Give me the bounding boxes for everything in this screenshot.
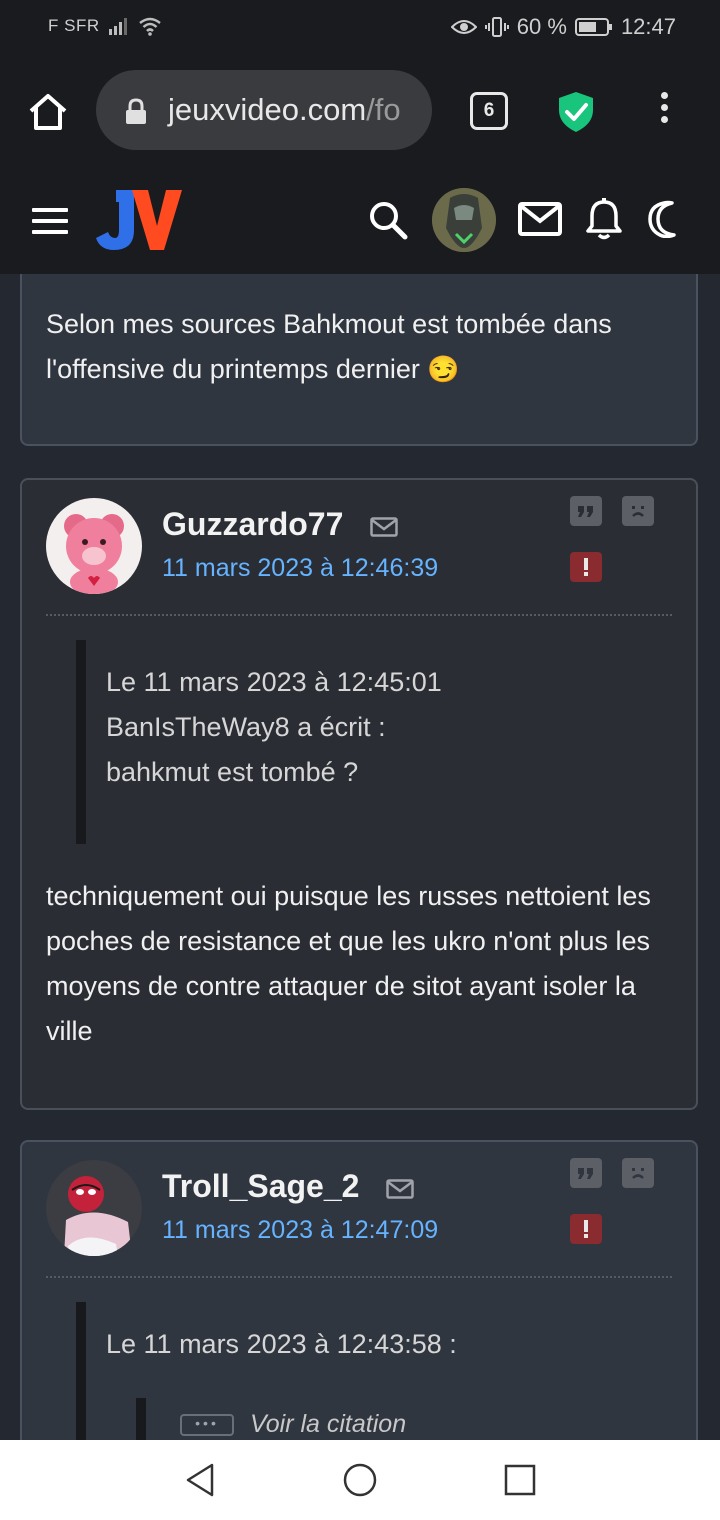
- author-avatar[interactable]: [46, 1160, 142, 1256]
- bell-icon[interactable]: [586, 198, 622, 240]
- quote-block: Le 11 mars 2023 à 12:45:01 BanIsTheWay8 …: [76, 640, 442, 844]
- quote-header: Le 11 mars 2023 à 12:45:01: [106, 667, 442, 697]
- carrier-label: F SFR: [48, 16, 100, 35]
- url-text: jeuxvideo.com/fo: [168, 92, 401, 128]
- smirk-emoji: 😏: [427, 354, 460, 384]
- jv-logo[interactable]: [94, 186, 184, 254]
- kebab-dot: [660, 92, 668, 99]
- post-date-link[interactable]: 11 mars 2023 à 12:47:09: [162, 1216, 438, 1245]
- jv-logo-graphic: [96, 190, 182, 250]
- nested-quote-block: ••• Voir la citation: [136, 1398, 406, 1440]
- url-path: /fo: [366, 92, 401, 127]
- sad-face-icon: [632, 1168, 644, 1179]
- show-quote-label: Voir la citation: [250, 1410, 407, 1438]
- exclamation-icon: [584, 558, 588, 576]
- vibrate-icon: [484, 17, 509, 37]
- sad-face-icon: [632, 506, 644, 517]
- search-icon[interactable]: [368, 200, 408, 240]
- kebab-dot: [660, 116, 668, 123]
- back-icon[interactable]: [184, 1462, 216, 1498]
- quote-block: Le 11 mars 2023 à 12:43:58 : ••• Voir la…: [76, 1302, 457, 1440]
- tab-switcher-button[interactable]: 6: [470, 92, 508, 130]
- browser-menu-button[interactable]: [654, 92, 674, 132]
- wifi-icon: [138, 17, 161, 36]
- post-divider: [46, 614, 672, 616]
- report-sad-button[interactable]: [622, 1158, 654, 1188]
- quote-icon: [578, 506, 593, 517]
- quote-button[interactable]: [570, 496, 602, 526]
- battery-icon: [574, 18, 612, 36]
- care-bear-avatar: [46, 498, 142, 594]
- alert-button[interactable]: [570, 1214, 602, 1244]
- post-body: techniquement oui puisque les russes net…: [46, 881, 651, 1046]
- mail-icon[interactable]: [518, 202, 562, 236]
- ellipsis-icon: •••: [180, 1413, 234, 1436]
- author-name[interactable]: Guzzardo77: [162, 506, 399, 543]
- forum-post: Guzzardo77 11 mars 2023 à 12:46:39 Le 11…: [20, 478, 698, 1110]
- post-divider: [46, 1276, 672, 1278]
- post-text: Selon mes sources Bahkmout est tombée da…: [46, 309, 612, 384]
- battery-percent: 60 %: [516, 14, 567, 39]
- lock-icon: [126, 98, 146, 124]
- clock: 12:47: [620, 14, 676, 39]
- mail-icon[interactable]: [386, 1178, 415, 1199]
- url-domain: jeuxvideo.com: [168, 92, 367, 127]
- moon-icon[interactable]: [648, 200, 686, 238]
- mail-icon[interactable]: [370, 516, 399, 537]
- report-sad-button[interactable]: [622, 496, 654, 526]
- author-name-text: Guzzardo77: [162, 506, 344, 542]
- forum-post: Troll_Sage_2 11 mars 2023 à 12:47:09 Le …: [20, 1140, 698, 1440]
- home-icon: [29, 94, 67, 130]
- quote-text: bahkmut est tombé ?: [106, 757, 359, 787]
- author-name[interactable]: Troll_Sage_2: [162, 1168, 415, 1205]
- site-header: [0, 166, 720, 274]
- quote-author-line: BanIsTheWay8 a écrit :: [106, 712, 386, 742]
- exclamation-icon: [584, 1220, 588, 1238]
- post-date-link[interactable]: 11 mars 2023 à 12:46:39: [162, 554, 438, 583]
- eye-icon: [450, 20, 477, 34]
- user-avatar[interactable]: [432, 188, 496, 252]
- kebab-dot: [660, 104, 668, 111]
- home-circle-icon[interactable]: [342, 1462, 378, 1498]
- browser-toolbar: jeuxvideo.com/fo 6: [0, 56, 720, 166]
- quote-icon: [578, 1168, 593, 1179]
- quote-header: Le 11 mars 2023 à 12:43:58 :: [106, 1329, 457, 1359]
- address-bar[interactable]: jeuxvideo.com/fo: [96, 70, 432, 150]
- author-name-text: Troll_Sage_2: [162, 1168, 360, 1204]
- home-button[interactable]: [26, 90, 70, 134]
- signal-icon: [108, 18, 127, 35]
- system-navigation-bar: [0, 1440, 720, 1520]
- avatar-image: [432, 188, 496, 252]
- post-body: Selon mes sources Bahkmout est tombée da…: [46, 302, 686, 392]
- forum-post: Selon mes sources Bahkmout est tombée da…: [20, 274, 698, 446]
- nested-quote-toggle[interactable]: ••• Voir la citation: [180, 1402, 406, 1440]
- shield-check-icon: [559, 92, 593, 132]
- status-bar: F SFR 60 % 12:47: [0, 0, 720, 56]
- author-avatar[interactable]: [46, 498, 142, 594]
- recents-icon[interactable]: [504, 1464, 536, 1496]
- hamburger-icon[interactable]: [32, 208, 68, 234]
- forum-thread: Selon mes sources Bahkmout est tombée da…: [0, 274, 720, 1440]
- status-right: 60 % 12:47: [450, 14, 676, 40]
- quote-button[interactable]: [570, 1158, 602, 1188]
- privacy-shield-button[interactable]: [556, 90, 596, 139]
- alert-button[interactable]: [570, 552, 602, 582]
- spiderman-avatar: [46, 1160, 142, 1256]
- status-left: F SFR: [48, 16, 162, 36]
